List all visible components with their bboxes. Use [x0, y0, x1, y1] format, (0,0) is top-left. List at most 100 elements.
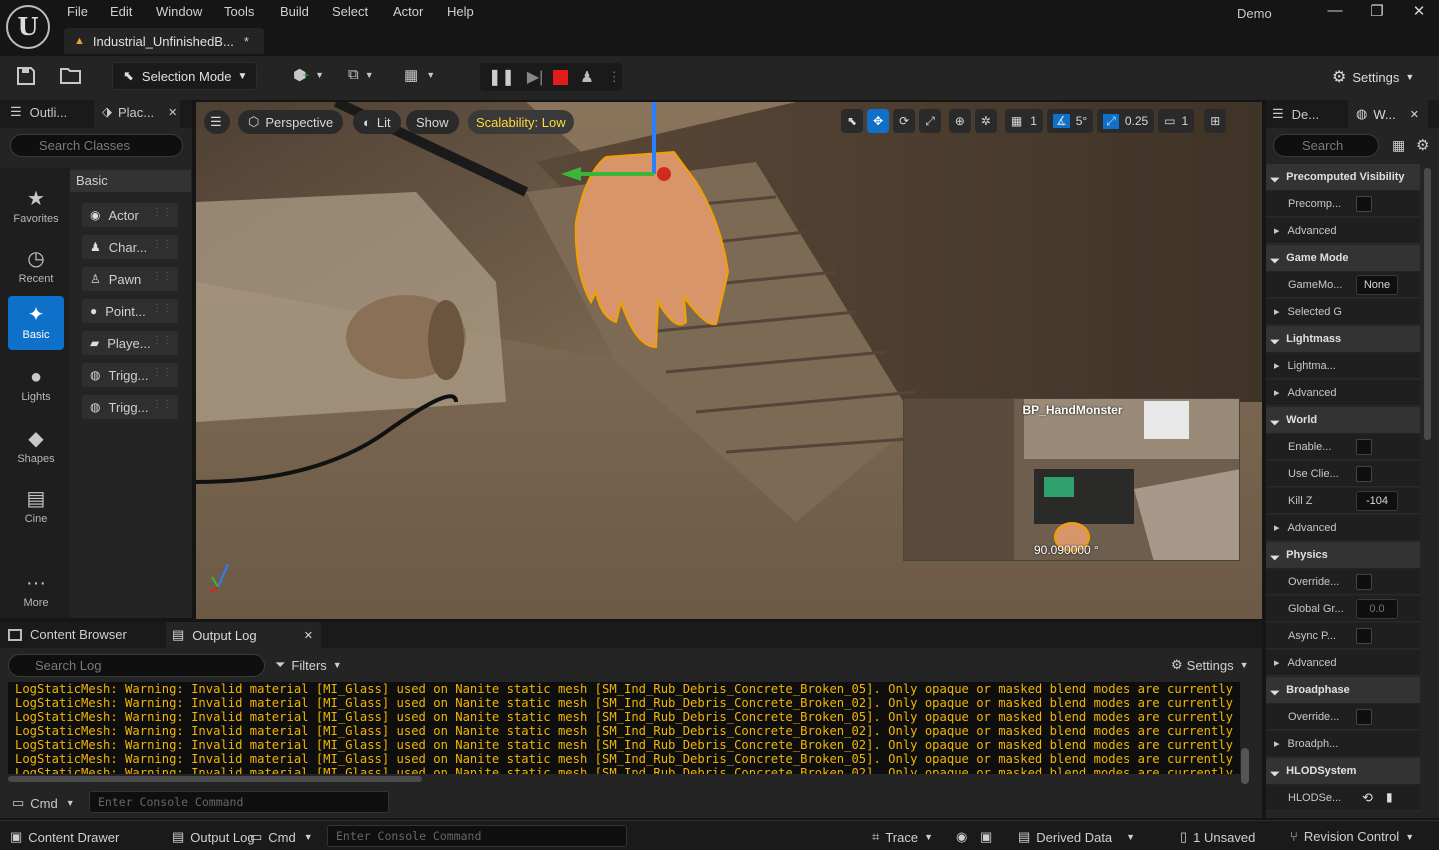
stop-icon[interactable]	[553, 69, 569, 85]
drag-handle-icon[interactable]: ⋮⋮	[152, 207, 172, 218]
property-checkbox[interactable]	[1356, 196, 1372, 212]
status-output-log-button[interactable]: ▤ Output Log	[172, 829, 255, 845]
section-header[interactable]: ◢ Game Mode	[1266, 245, 1420, 271]
property-row[interactable]: Async P...	[1266, 623, 1420, 649]
property-row[interactable]: ▸ Selected G	[1266, 299, 1420, 325]
content-folder-icon[interactable]	[60, 66, 82, 90]
close-button[interactable]: ✕	[1404, 2, 1434, 20]
category-cine[interactable]: ▤ Cine	[8, 480, 64, 534]
close-icon[interactable]: ✕	[304, 629, 313, 642]
property-checkbox[interactable]	[1356, 709, 1372, 725]
property-row[interactable]: ▸ Lightma...	[1266, 353, 1420, 379]
trace-button[interactable]: ⌗ Trace ▼	[872, 829, 933, 845]
category-recent[interactable]: ◷ Recent	[8, 240, 64, 294]
scalability-badge[interactable]: Scalability: Low	[468, 110, 574, 134]
place-item[interactable]: ◍ Trigg... ⋮⋮	[82, 395, 178, 419]
property-row[interactable]: GameMo... None	[1266, 272, 1420, 298]
angle-snap-button[interactable]: ∡ 5°	[1046, 109, 1094, 133]
section-header[interactable]: ◢ World	[1266, 407, 1420, 433]
rotate-tool-icon[interactable]: ⟳	[893, 109, 916, 133]
content-drawer-button[interactable]: ▣ Content Drawer	[10, 829, 119, 845]
step-icon[interactable]: ▶|	[527, 67, 543, 87]
world-space-icon[interactable]: ⊕	[948, 109, 971, 133]
layout-icon[interactable]: ⊞	[1204, 109, 1227, 133]
property-row[interactable]: Use Clie...	[1266, 461, 1420, 487]
derived-data-button[interactable]: ▤ Derived Data ▼	[1018, 829, 1135, 845]
property-row[interactable]: ▸ Advanced	[1266, 515, 1420, 541]
asset-icon[interactable]: ▮	[1386, 790, 1393, 804]
menu-window[interactable]: Window	[156, 4, 202, 19]
eject-icon[interactable]: ♟	[580, 68, 593, 86]
menu-edit[interactable]: Edit	[110, 4, 132, 19]
menu-build[interactable]: Build	[280, 4, 309, 19]
close-icon[interactable]: ✕	[1410, 108, 1419, 121]
property-checkbox[interactable]	[1356, 628, 1372, 644]
status-console-input[interactable]: Enter Console Command	[327, 825, 627, 847]
property-row[interactable]: Precomp...	[1266, 191, 1420, 217]
more-options-icon[interactable]: ⋮	[608, 69, 621, 85]
collapse-arrow-icon[interactable]: ▸	[1274, 359, 1280, 372]
lit-button[interactable]: ◐ Lit	[353, 110, 401, 134]
menu-help[interactable]: Help	[447, 4, 474, 19]
search-log-input[interactable]: Search Log	[8, 654, 265, 677]
add-actor-button[interactable]: ⬢ + ▼	[293, 66, 324, 84]
property-row[interactable]: ▸ Broadph...	[1266, 731, 1420, 757]
menu-file[interactable]: File	[67, 4, 88, 19]
translate-tool-icon[interactable]: ✥	[867, 109, 890, 133]
menu-actor[interactable]: Actor	[393, 4, 423, 19]
revision-control-button[interactable]: ⑂ Revision Control ▼	[1290, 829, 1414, 844]
category-lights[interactable]: ● Lights	[8, 360, 64, 414]
details-scrollbar[interactable]	[1424, 168, 1431, 440]
save-icon[interactable]	[16, 66, 36, 90]
category-basic[interactable]: ✦ Basic	[8, 296, 64, 350]
pause-icon[interactable]: ❚❚	[488, 67, 515, 87]
tab-place-actors[interactable]: ⬗ Plac... ✕	[102, 104, 177, 120]
category-more[interactable]: ··· More	[8, 566, 64, 620]
section-header[interactable]: ◢ Lightmass	[1266, 326, 1420, 352]
drag-handle-icon[interactable]: ⋮⋮	[152, 399, 172, 410]
show-button[interactable]: Show	[406, 110, 459, 134]
collapse-arrow-icon[interactable]: ▸	[1274, 305, 1280, 318]
search-classes-input[interactable]: Search Classes	[10, 134, 183, 157]
tab-outliner[interactable]: ☰ Outli...	[10, 104, 67, 120]
place-item[interactable]: ▰ Playe... ⋮⋮	[82, 331, 178, 355]
drag-handle-icon[interactable]: ⋮⋮	[152, 335, 172, 346]
camera-speed-button[interactable]: ▭ 1	[1158, 109, 1195, 133]
section-header[interactable]: ◢ Broadphase	[1266, 677, 1420, 703]
place-item[interactable]: ♟ Char... ⋮⋮	[82, 235, 178, 259]
grid-snap-button[interactable]: ▦ 1	[1004, 109, 1043, 133]
collapse-arrow-icon[interactable]: ▸	[1274, 521, 1280, 534]
gear-icon[interactable]: ⚙	[1416, 136, 1429, 154]
place-item[interactable]: ◍ Trigg... ⋮⋮	[82, 363, 178, 387]
collapse-arrow-icon[interactable]: ▸	[1274, 656, 1280, 669]
screenshot-icon[interactable]: ▣	[980, 829, 992, 845]
collapse-arrow-icon[interactable]: ▸	[1274, 224, 1280, 237]
section-header[interactable]: ◢ HLODSystem	[1266, 758, 1420, 784]
drag-handle-icon[interactable]: ⋮⋮	[152, 271, 172, 282]
property-row[interactable]: Kill Z -104	[1266, 488, 1420, 514]
tab-world-settings[interactable]: ◍ W... ✕	[1356, 106, 1419, 122]
unreal-logo-icon[interactable]: U	[6, 5, 50, 49]
close-icon[interactable]: ✕	[168, 106, 177, 119]
tab-content-browser[interactable]: Content Browser	[8, 627, 127, 642]
property-value-field[interactable]: 0.0	[1356, 599, 1398, 619]
cmd-selector[interactable]: ▭ Cmd ▼	[12, 795, 75, 811]
log-settings-button[interactable]: ⚙ Settings ▼	[1171, 657, 1249, 673]
drag-handle-icon[interactable]: ⋮⋮	[152, 367, 172, 378]
property-row[interactable]: ▸ Advanced	[1266, 218, 1420, 244]
property-row[interactable]: ▸ Advanced	[1266, 380, 1420, 406]
log-hscrollbar[interactable]	[8, 776, 422, 782]
unsaved-button[interactable]: ▯ 1 Unsaved	[1180, 829, 1255, 845]
blueprint-button[interactable]: ⧉ ▼	[348, 66, 374, 83]
scale-tool-icon[interactable]: ⤢	[919, 109, 941, 133]
record-icon[interactable]: ◉	[956, 829, 967, 845]
menu-select[interactable]: Select	[332, 4, 368, 19]
category-shapes[interactable]: ◆ Shapes	[8, 420, 64, 474]
category-favorites[interactable]: ★ Favorites	[8, 180, 64, 234]
log-vscrollbar[interactable]	[1241, 748, 1249, 784]
drag-handle-icon[interactable]: ⋮⋮	[152, 239, 172, 250]
property-value-field[interactable]: None	[1356, 275, 1398, 295]
place-item[interactable]: ◉ Actor ⋮⋮	[82, 203, 178, 227]
property-row[interactable]: Enable...	[1266, 434, 1420, 460]
select-tool-icon[interactable]: ⬉	[841, 109, 864, 133]
